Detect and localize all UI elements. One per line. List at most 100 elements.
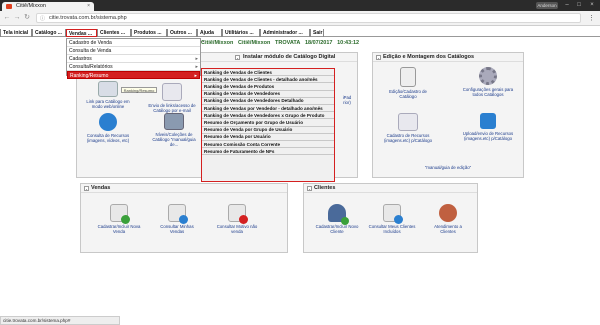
menu-consulta-venda[interactable]: Consulta de Venda <box>67 47 200 55</box>
collapse-toggle-icon[interactable]: - <box>307 186 312 191</box>
upload-recursos-label: Upload/envio de Recursos (imagens.etc) p… <box>462 131 514 141</box>
meus-clientes-label: Consultar Meus Clientes Incluídos <box>368 224 416 234</box>
consulta-recursos-item[interactable]: Consulta de Recursos (imagens, vídeos, e… <box>83 113 133 143</box>
menu-clientes[interactable]: Clientes ... <box>97 29 131 37</box>
menu-ranking-resumo[interactable]: Ranking/Resumo ▸ <box>67 71 200 79</box>
ipad-item[interactable]: iPad rior) <box>339 95 355 105</box>
panel-vendas: - Vendas Cadastrar/Incluir Nova Venda Co… <box>80 183 288 253</box>
menu-utilitarios[interactable]: Utilitários ... <box>222 29 260 37</box>
system-name: TROVATA <box>275 40 301 46</box>
menu-cadastro-venda[interactable]: Cadastro de Venda <box>67 39 200 47</box>
forward-icon[interactable]: → <box>13 14 21 22</box>
submenu-item[interactable]: Resumo de Venda por Usuário <box>202 134 334 142</box>
gear-icon <box>479 67 497 85</box>
novo-cliente-item[interactable]: Cadastrar/Incluir Novo Cliente <box>314 204 360 234</box>
collapse-toggle-icon[interactable]: - <box>84 186 89 191</box>
panel-vendas-title: Vendas <box>91 185 111 191</box>
company-name-2: Citiê/Mixxon <box>238 40 271 46</box>
window-close-icon[interactable]: × <box>587 1 597 9</box>
session-date: 18/07/2017 <box>304 40 333 46</box>
atendimento-clientes-label: Atendimento a Clientes <box>434 224 462 234</box>
email-icon <box>162 83 182 101</box>
user-profile-chip[interactable]: Anderson <box>536 2 558 9</box>
upload-icon <box>480 113 496 129</box>
meus-clientes-item[interactable]: Consultar Meus Clientes Incluídos <box>368 204 416 234</box>
submenu-item[interactable]: Ranking de Vendas de Clientes <box>202 69 334 77</box>
panel-edicao-title: Edição e Montagem dos Catálogos <box>383 54 475 60</box>
vendas-dropdown-menu: Cadastro de Venda Consulta de Venda Cada… <box>66 38 201 79</box>
collapse-toggle-icon[interactable]: - <box>376 55 381 60</box>
panel-edicao-header: - Edição e Montagem dos Catálogos <box>373 53 523 62</box>
add-client-icon <box>328 204 349 225</box>
link-catalogo-label: Link para Catálogo em modo web/online <box>86 99 130 109</box>
globe-icon <box>99 113 117 131</box>
tooltip: Ranking/Resumo <box>121 87 157 93</box>
panel-catalogo-title: Instalar módulo de Catálogo Digital <box>243 54 336 60</box>
atendimento-clientes-item[interactable]: Atendimento a Clientes <box>426 204 470 234</box>
page-info-icon[interactable]: ⓘ <box>40 15 45 22</box>
minhas-vendas-item[interactable]: Consultar Minhas Vendas <box>155 204 199 234</box>
menu-tela-inicial[interactable]: Tela inicial <box>0 29 32 37</box>
error-sale-icon <box>228 204 248 224</box>
panel-clientes-title: Clientes <box>314 185 336 191</box>
company-name: Citiê/Mixxon <box>201 40 234 46</box>
address-toolbar: ← → ↻ ⓘ citie.trovata.com.br/sistema.php… <box>0 11 600 26</box>
link-catalogo-item[interactable]: Link para Catálogo em modo web/online <box>83 81 133 109</box>
nova-venda-item[interactable]: Cadastrar/Incluir Nova Venda <box>97 204 141 234</box>
search-client-icon <box>383 204 403 224</box>
submenu-item[interactable]: Resumo de Faturamento de NFs <box>202 148 334 156</box>
maximize-icon[interactable]: □ <box>574 1 584 9</box>
panel-clientes: - Clientes Cadastrar/Incluir Novo Client… <box>303 183 478 253</box>
menu-catalogo[interactable]: Catálogo ... <box>32 29 66 37</box>
menu-sair[interactable]: Sair <box>310 29 324 37</box>
tab-title: Citiê/Mixxon <box>16 3 46 9</box>
niveis-colecoes-label: Níveis/Coleções de Catálogo "manual/guia… <box>152 132 196 147</box>
session-time: 10:43:12 <box>337 40 360 46</box>
menu-consulta-relatorios[interactable]: Consulta/Relatórios ▸ <box>67 63 200 71</box>
browser-tab[interactable]: Citiê/Mixxon × <box>2 2 94 11</box>
menu-administrador[interactable]: Administrador ... <box>260 29 310 37</box>
browser-menu-icon[interactable]: ⋮ <box>588 14 596 23</box>
add-sale-icon <box>110 204 130 224</box>
submenu-item[interactable]: Ranking de Vendas de Produtos <box>202 83 334 91</box>
motivo-nao-venda-label: Consultar Motivo não venda <box>216 224 258 234</box>
upload-recursos-item[interactable]: Upload/envio de Recursos (imagens.etc) p… <box>459 113 517 141</box>
tab-close-icon[interactable]: × <box>87 3 90 9</box>
configuracoes-gerais-item[interactable]: Configurações gerais para todos Catálogo… <box>461 67 515 97</box>
menu-cadastro-venda-label: Cadastro de Venda <box>69 40 112 46</box>
collapse-toggle-icon[interactable]: - <box>235 55 240 60</box>
submenu-item[interactable]: Ranking de Vendas por Vendedor - detalha… <box>202 105 334 113</box>
menu-cadastros-label: Cadastros <box>69 56 92 62</box>
submenu-item[interactable]: Resumo Comissão Conta Corrente <box>202 141 334 149</box>
submenu-item[interactable]: Ranking de Vendas de Vendedores <box>202 91 334 98</box>
envio-links-label: Envio de links/acesso de Catálogo por e-… <box>148 103 196 113</box>
menu-vendas[interactable]: Vendas ... <box>66 29 97 37</box>
submenu-item[interactable]: Resumo de Venda por Grupo de Usuário <box>202 127 334 134</box>
media-icon <box>398 113 418 131</box>
address-bar[interactable]: ⓘ citie.trovata.com.br/sistema.php <box>36 13 581 23</box>
manual-edicao-item[interactable]: "manual/guia de edição" <box>413 165 483 170</box>
menu-cadastros[interactable]: Cadastros ▸ <box>67 55 200 63</box>
catalog-icon <box>400 67 416 87</box>
submenu-item[interactable]: Resumo de Orçamento por Grupo de Usuário <box>202 119 334 127</box>
back-icon[interactable]: ← <box>3 14 11 22</box>
menu-consulta-relatorios-label: Consulta/Relatórios <box>69 64 113 70</box>
niveis-colecoes-item[interactable]: Níveis/Coleções de Catálogo "manual/guia… <box>149 113 199 147</box>
nova-venda-label: Cadastrar/Incluir Nova Venda <box>97 224 141 234</box>
submenu-arrow-icon: ▸ <box>195 56 198 62</box>
minimize-icon[interactable]: – <box>562 1 572 9</box>
submenu-item[interactable]: Ranking de Vendas de Clientes - detalhad… <box>202 76 334 84</box>
edicao-catalogo-item[interactable]: Edição/Cadastro de Catálogo <box>383 67 433 99</box>
novo-cliente-label: Cadastrar/Incluir Novo Cliente <box>315 224 359 234</box>
menu-ajuda[interactable]: Ajuda ... <box>197 29 222 44</box>
support-icon <box>439 204 457 222</box>
submenu-item[interactable]: Ranking de Vendas de Vendedores Detalhad… <box>202 98 334 106</box>
consulta-recursos-label: Consulta de Recursos (imagens, vídeos, e… <box>86 133 130 143</box>
reload-icon[interactable]: ↻ <box>23 14 31 22</box>
status-bar: citie.trovata.com.br/sistema.php# <box>0 316 120 325</box>
cadastro-recursos-item[interactable]: Cadastro de Recursos (imagens.etc) p/Cat… <box>379 113 437 143</box>
motivo-nao-venda-item[interactable]: Consultar Motivo não venda <box>215 204 259 234</box>
menu-produtos[interactable]: Produtos ... <box>131 29 167 37</box>
menu-outros[interactable]: Outros ... <box>167 29 197 37</box>
submenu-item[interactable]: Ranking de Vendas de Vendedores x Grupo … <box>202 112 334 120</box>
